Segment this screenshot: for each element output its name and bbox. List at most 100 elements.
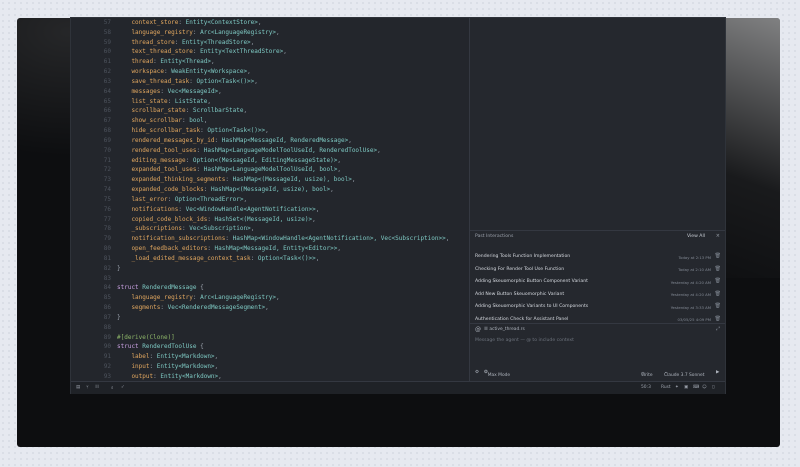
code-line[interactable]: } [115,264,469,274]
language-selector[interactable]: Rust [661,385,671,390]
code-line[interactable]: open_feedback_editors: HashMap<MessageId… [115,244,469,254]
code-line[interactable]: #[derive(Clone)] [115,333,469,343]
code-line[interactable] [115,274,469,284]
code-line[interactable] [115,323,469,333]
code-line[interactable]: save_thread_task: Option<Task<()>>, [115,77,469,87]
history-item-date: Yesterday at 4:20 AM [670,279,711,285]
code-line[interactable]: copied_code_block_ids: HashSet<(MessageI… [115,215,469,225]
at-sign-icon[interactable]: @ [475,326,481,333]
context-file-chip[interactable]: ☰ active_thread.rs [484,327,525,332]
history-item[interactable]: Checking For Render Tool Use Function To… [470,263,725,276]
history-item[interactable]: Rendering Tools Function Implementation … [470,250,725,263]
code-line[interactable]: thread_store: Entity<ThreadStore>, [115,38,469,48]
line-number: 91 [103,353,111,361]
outline-icon[interactable]: ☷ [95,385,99,390]
profile-label: Write [641,373,653,378]
trash-icon[interactable]: 🗑 [715,316,721,322]
code-line[interactable]: scrollbar_state: ScrollbarState, [115,106,469,116]
code-token: , [247,68,251,76]
trash-icon[interactable]: 🗑 [715,303,721,309]
code-line[interactable]: notifications: Vec<WindowHandle<AgentNot… [115,205,469,215]
trash-icon[interactable]: 🗑 [715,278,721,284]
max-mode-toggle[interactable]: ❂ Max Mode [484,370,510,378]
code-line[interactable]: editing_message: Option<(MessageId, Edit… [115,156,469,166]
code-token: open_feedback_editors [117,245,208,253]
code-line[interactable]: text_thread_store: Entity<TextThreadStor… [115,47,469,57]
code-line[interactable]: } [115,313,469,323]
code-token: thread [117,58,154,66]
line-number: 74 [103,186,111,194]
collab-icon[interactable]: ☺ [702,385,707,390]
close-icon[interactable]: × [716,233,720,239]
code-token: , [214,362,219,370]
code-line[interactable]: rendered_tool_uses: HashMap<LanguageMode… [115,146,469,156]
settings-icon[interactable]: ⚙ [475,370,479,375]
project-panel-icon[interactable]: ▤ [76,385,80,390]
code-area[interactable]: context_store: Entity<ContextStore>, lan… [115,18,469,381]
code-line[interactable]: _load_edited_message_context_task: Optio… [115,254,469,264]
code-token: Entity<Markdown> [156,362,215,370]
git-branch-icon[interactable]: ᛘ [86,385,89,391]
code-line[interactable]: expanded_code_blocks: HashMap<(MessageId… [115,185,469,195]
view-all-link[interactable]: View All [687,234,705,239]
history-item[interactable]: Add New Button Skeuomorphic Variant Yest… [470,288,725,301]
code-line[interactable]: struct RenderedToolUse { [115,342,469,352]
editor-window: 57 58 59 60 61 62 63 64 65 66 67 68 69 70 71 72 73 74 75 76… [71,18,725,394]
trash-icon[interactable]: 🗑 [715,291,721,297]
code-line[interactable]: label: Entity<Markdown>, [115,352,469,362]
code-token: : [167,195,175,203]
send-icon[interactable]: ▶ [716,370,719,375]
code-line[interactable]: context_store: Entity<ContextStore>, [115,18,469,28]
history-item-title: Adding Skeuomorphic Variants to UI Compo… [475,304,589,309]
line-number: 68 [103,127,111,135]
code-line[interactable]: language_registry: Arc<LanguageRegistry>… [115,293,469,303]
notification-icon[interactable]: ▯ [712,385,714,390]
code-line[interactable]: show_scrollbar: bool, [115,116,469,126]
line-number: 93 [103,372,111,380]
terminal-icon[interactable]: ⌨ [693,385,699,390]
profile-selector[interactable]: Write ⌄ [641,370,653,378]
code-line[interactable]: last_error: Option<ThreadError>, [115,195,469,205]
code-line[interactable]: expanded_tool_uses: HashMap<LanguageMode… [115,165,469,175]
chat-icon[interactable]: ▣ [684,385,688,390]
code-token: { [196,343,204,351]
code-token: #[derive(Clone)] [117,333,175,341]
code-editor[interactable]: 57 58 59 60 61 62 63 64 65 66 67 68 69 70 71 72 73 74 75 76… [71,18,469,381]
line-number: 69 [103,136,111,144]
code-line[interactable]: thread: Entity<Thread>, [115,57,469,67]
inline-assist-icon[interactable]: ✦ [675,385,679,390]
line-number: 76 [103,205,111,213]
code-token: , [214,353,219,361]
line-number: 70 [103,146,111,154]
cursor-position[interactable]: 50:3 [641,385,651,390]
history-item[interactable]: Adding Skeuomorphic Button Component Var… [470,275,725,288]
code-line[interactable]: struct RenderedMessage { [115,283,469,293]
search-icon[interactable]: ⌕ [111,385,113,391]
code-line[interactable]: _subscriptions: Vec<Subscription>, [115,224,469,234]
code-token: , [445,235,450,243]
code-token: list_state [117,97,168,105]
diagnostics-icon[interactable]: ✓ [121,385,125,390]
code-token: Arc<LanguageRegistry> [200,28,276,36]
code-line[interactable]: notification_subscriptions: HashMap<Wind… [115,234,469,244]
code-line[interactable]: list_state: ListState, [115,97,469,107]
code-line[interactable]: workspace: WeakEntity<Workspace>, [115,67,469,77]
message-input[interactable]: Message the agent — @ to include context [475,338,574,343]
code-line[interactable]: segments: Vec<RenderedMessageSegment>, [115,303,469,313]
expand-icon[interactable]: ⤢ [716,326,720,332]
code-line[interactable]: expanded_thinking_segments: HashMap<(Mes… [115,175,469,185]
code-line[interactable]: output: Entity<Markdown>, [115,372,469,381]
model-selector[interactable]: Claude 3.7 Sonnet ⌄ [664,370,704,378]
code-line[interactable]: hide_scrollbar_task: Option<Task<()>>, [115,126,469,136]
history-item-date: 03/05/25 4:09 PM [677,317,711,322]
code-line[interactable]: language_registry: Arc<LanguageRegistry>… [115,28,469,38]
code-line[interactable]: input: Entity<Markdown>, [115,362,469,372]
code-line[interactable]: messages: Vec<MessageId>, [115,87,469,97]
history-item[interactable]: Adding Skeuomorphic Variants to UI Compo… [470,300,725,313]
code-token: segments [117,304,161,312]
code-line[interactable]: rendered_messages_by_id: HashMap<Message… [115,136,469,146]
line-number: 87 [103,313,111,321]
code-token: Vec<MessageId> [167,87,219,95]
trash-icon[interactable]: 🗑 [715,253,721,259]
trash-icon[interactable]: 🗑 [715,266,721,272]
